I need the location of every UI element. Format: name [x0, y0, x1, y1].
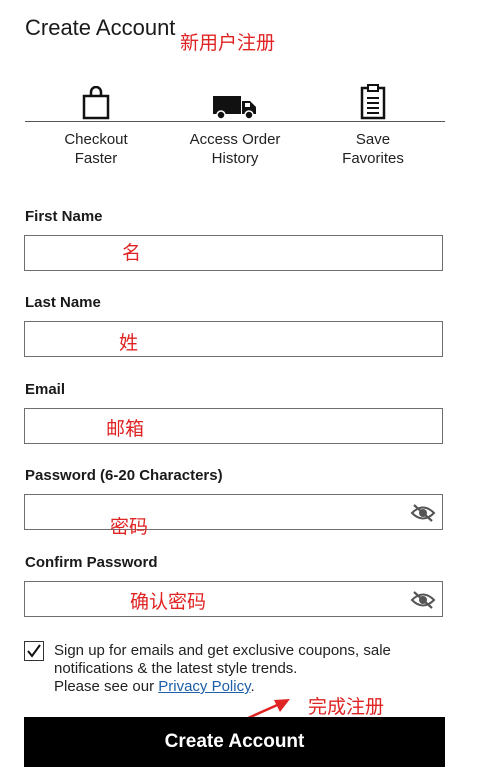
delivery-truck-icon [175, 80, 295, 120]
email-signup-text: Sign up for emails and get exclusive cou… [54, 642, 434, 696]
shopping-bag-icon [36, 80, 156, 120]
eye-hidden-icon[interactable] [410, 503, 436, 523]
checkmark-icon [27, 644, 41, 658]
privacy-prefix: Please see our [54, 678, 159, 695]
password-field[interactable] [24, 494, 443, 530]
benefit-label-line1: Checkout [64, 131, 128, 148]
email-field[interactable] [24, 408, 443, 444]
benefit-label-line2: Favorites [342, 150, 404, 167]
first-name-annotation: 名 [122, 242, 142, 264]
email-input[interactable] [25, 409, 415, 443]
benefit-order-history: Access Order History [175, 80, 295, 168]
eye-hidden-icon[interactable] [410, 590, 436, 610]
benefit-label-line1: Save [355, 131, 391, 148]
benefit-label-line2: Faster [74, 150, 118, 167]
password-input[interactable] [25, 495, 415, 529]
email-annotation: 邮箱 [106, 418, 145, 440]
page-title: Create Account [25, 15, 176, 40]
benefits-divider [25, 121, 445, 122]
last-name-annotation: 姓 [119, 332, 139, 354]
first-name-field[interactable] [24, 235, 443, 271]
confirm-password-input[interactable] [25, 582, 415, 616]
clipboard-list-icon [313, 80, 433, 120]
confirm-password-annotation: 确认密码 [130, 591, 207, 613]
submit-annotation: 完成注册 [308, 696, 385, 718]
signup-description: Sign up for emails and get exclusive cou… [54, 642, 391, 677]
benefit-checkout: Checkout Faster [36, 80, 156, 168]
first-name-input[interactable] [25, 236, 415, 270]
benefit-favorites: Save Favorites [313, 80, 433, 168]
first-name-label: First Name [25, 208, 103, 225]
create-account-button[interactable]: Create Account [24, 717, 445, 767]
confirm-password-label: Confirm Password [25, 554, 158, 571]
password-label: Password (6-20 Characters) [25, 467, 223, 484]
confirm-password-field[interactable] [24, 581, 443, 617]
email-signup-checkbox[interactable] [24, 641, 44, 661]
title-annotation: 新用户注册 [180, 32, 276, 54]
benefit-label-line1: Access Order [189, 131, 281, 148]
email-label: Email [25, 381, 66, 398]
password-annotation: 密码 [110, 516, 149, 538]
last-name-field[interactable] [24, 321, 443, 357]
benefit-label-line2: History [211, 150, 259, 167]
last-name-input[interactable] [25, 322, 415, 356]
last-name-label: Last Name [25, 294, 101, 311]
